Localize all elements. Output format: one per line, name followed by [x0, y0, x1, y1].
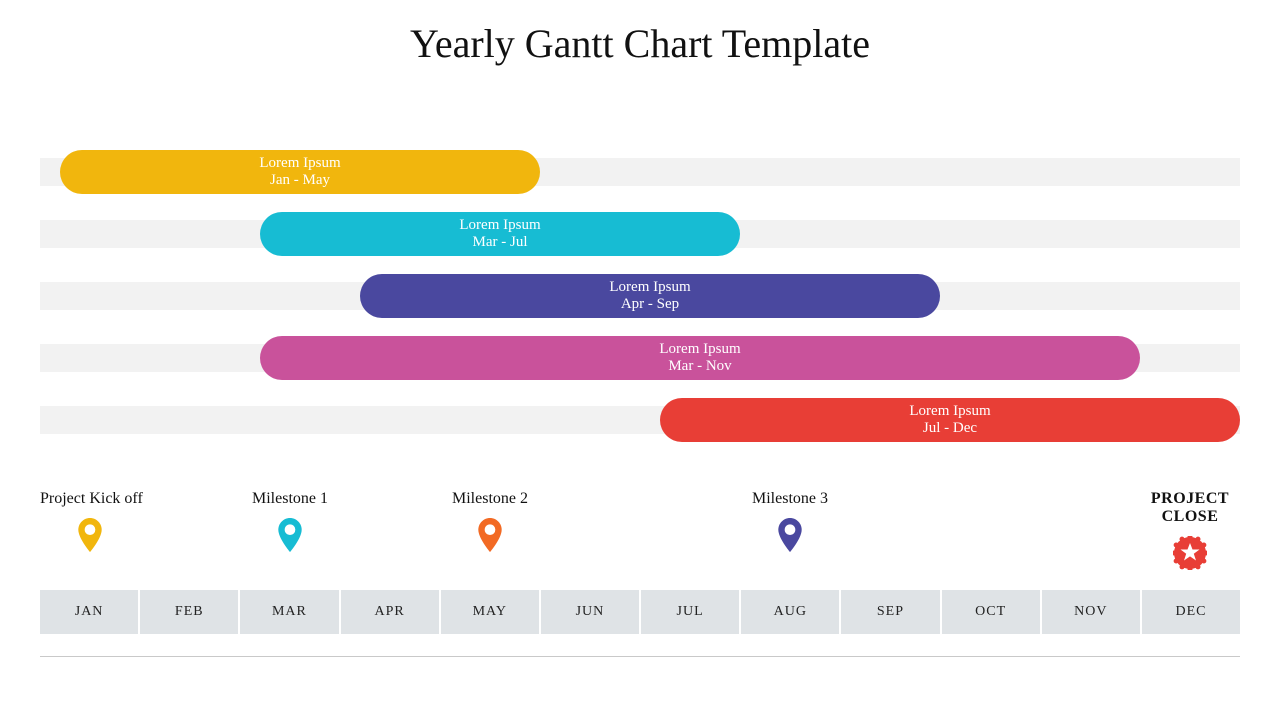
gantt-row: Lorem IpsumMar - Nov [40, 336, 1240, 380]
gantt-row: Lorem IpsumMar - Jul [40, 212, 1240, 256]
month-cell-apr: APR [341, 590, 439, 634]
map-pin-icon [277, 518, 303, 552]
bar-range: Jan - May [60, 172, 540, 189]
month-axis: JANFEBMARAPRMAYJUNJULAUGSEPOCTNOVDEC [40, 590, 1240, 634]
bar-range: Mar - Nov [260, 358, 1140, 375]
month-cell-oct: OCT [942, 590, 1040, 634]
bar-range: Mar - Jul [260, 234, 740, 251]
month-cell-mar: MAR [240, 590, 338, 634]
bar-title: Lorem Ipsum [60, 155, 540, 172]
gantt-bars-area: Lorem IpsumJan - MayLorem IpsumMar - Jul… [40, 150, 1240, 460]
milestone-area: Project Kick off Milestone 1 Milestone 2 Mi… [40, 490, 1240, 580]
star-badge-icon [1173, 536, 1207, 570]
gantt-slide: { "title": "Yearly Gantt Chart Template"… [0, 0, 1280, 720]
bar-range: Apr - Sep [360, 296, 940, 313]
month-cell-jan: JAN [40, 590, 138, 634]
milestone: Milestone 2 [440, 490, 540, 557]
bar-title: Lorem Ipsum [260, 217, 740, 234]
milestone: Milestone 1 [240, 490, 340, 557]
month-cell-may: MAY [441, 590, 539, 634]
axis-baseline [40, 656, 1240, 657]
bar-title: Lorem Ipsum [360, 279, 940, 296]
bar-range: Jul - Dec [660, 420, 1240, 437]
map-pin-icon [777, 518, 803, 552]
gantt-bar: Lorem IpsumMar - Nov [260, 336, 1140, 380]
milestone: PROJECTCLOSE [1140, 490, 1240, 570]
gantt-bar: Lorem IpsumMar - Jul [260, 212, 740, 256]
milestone-label: Project Kick off [40, 490, 140, 508]
month-cell-aug: AUG [741, 590, 839, 634]
gantt-row: Lorem IpsumApr - Sep [40, 274, 1240, 318]
bar-title: Lorem Ipsum [660, 403, 1240, 420]
milestone-label: PROJECTCLOSE [1140, 490, 1240, 526]
milestone-label: Milestone 2 [440, 490, 540, 508]
gantt-row: Lorem IpsumJan - May [40, 150, 1240, 194]
month-cell-sep: SEP [841, 590, 939, 634]
milestone-label: Milestone 3 [740, 490, 840, 508]
gantt-bar: Lorem IpsumApr - Sep [360, 274, 940, 318]
slide-title: Yearly Gantt Chart Template [0, 20, 1280, 67]
milestone: Milestone 3 [740, 490, 840, 557]
gantt-bar: Lorem IpsumJan - May [60, 150, 540, 194]
month-cell-jul: JUL [641, 590, 739, 634]
gantt-row: Lorem IpsumJul - Dec [40, 398, 1240, 442]
gantt-bar: Lorem IpsumJul - Dec [660, 398, 1240, 442]
month-cell-nov: NOV [1042, 590, 1140, 634]
month-cell-dec: DEC [1142, 590, 1240, 634]
map-pin-icon [77, 518, 103, 552]
map-pin-icon [477, 518, 503, 552]
month-cell-feb: FEB [140, 590, 238, 634]
milestone-label: Milestone 1 [240, 490, 340, 508]
month-cell-jun: JUN [541, 590, 639, 634]
bar-title: Lorem Ipsum [260, 341, 1140, 358]
milestone: Project Kick off [40, 490, 140, 557]
